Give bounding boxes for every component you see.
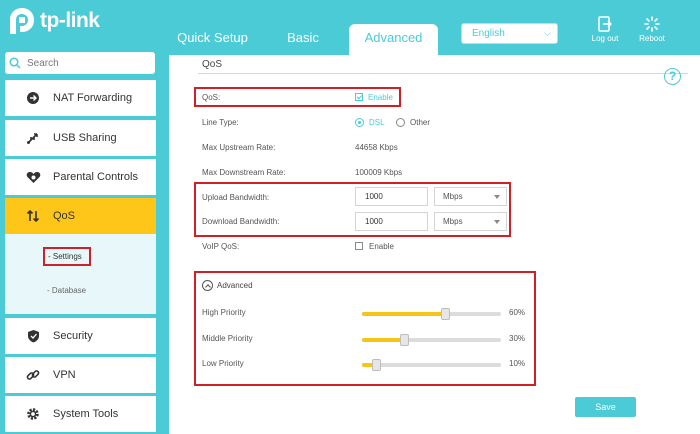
sidebar-item-qos[interactable]: QoS (5, 198, 156, 234)
gear-icon (23, 407, 43, 421)
caret-down-icon (494, 220, 500, 224)
tp-link-logo: tp-link (8, 6, 100, 36)
qos-enable-label: Enable (368, 93, 393, 102)
line-type-dsl-radio[interactable] (355, 118, 364, 127)
help-icon[interactable]: ? (664, 68, 681, 85)
low-priority-value: 10% (509, 359, 526, 368)
nat-forwarding-icon (23, 91, 43, 105)
upload-bandwidth-label: Upload Bandwidth: (202, 193, 270, 202)
voip-enable-checkbox[interactable] (355, 242, 363, 250)
low-priority-label: Low Priority (202, 359, 244, 368)
voip-qos-label: VoIP QoS: (202, 242, 240, 251)
line-type-label: Line Type: (202, 118, 239, 127)
high-priority-slider[interactable] (362, 308, 501, 320)
sidebar-item-security[interactable]: Security (5, 318, 156, 354)
save-button[interactable]: Save (575, 397, 636, 417)
link-icon (23, 368, 43, 382)
language-select[interactable]: English ⌵ (461, 23, 558, 44)
upload-bandwidth-input[interactable]: 1000 (355, 187, 428, 206)
middle-priority-value: 30% (509, 334, 526, 343)
search-input[interactable]: Search (5, 52, 155, 74)
sidebar-item-nat-forwarding[interactable]: NAT Forwarding (5, 80, 156, 116)
qos-enable-checkbox[interactable] (355, 93, 363, 101)
tab-basic[interactable]: Basic (278, 24, 328, 54)
logout-icon (598, 16, 612, 32)
slider-fill (362, 312, 445, 316)
download-bandwidth-label: Download Bandwidth: (202, 217, 280, 226)
sidebar-item-label: USB Sharing (53, 132, 117, 144)
advanced-label: Advanced (217, 281, 253, 290)
tp-link-logo-icon (10, 8, 34, 34)
sidebar-item-vpn[interactable]: VPN (5, 357, 156, 393)
tab-advanced[interactable]: Advanced (349, 24, 438, 56)
low-priority-slider[interactable] (362, 359, 501, 371)
line-type-other-radio[interactable] (396, 118, 405, 127)
sidebar-subitem-settings[interactable]: - Settings (43, 247, 91, 266)
divider (198, 73, 688, 74)
tab-quick-setup[interactable]: Quick Setup (170, 24, 255, 54)
heart-icon (23, 171, 43, 184)
qos-submenu (5, 234, 156, 314)
usb-icon (23, 131, 43, 145)
max-downstream-value: 100009 Kbps (355, 168, 403, 177)
sidebar-item-usb-sharing[interactable]: USB Sharing (5, 120, 156, 156)
advanced-toggle[interactable]: Advanced (202, 280, 253, 291)
download-unit-select[interactable]: Mbps (434, 212, 507, 231)
reboot-icon (644, 16, 660, 32)
reboot-label: Reboot (639, 34, 665, 43)
high-priority-label: High Priority (202, 308, 246, 317)
max-downstream-label: Max Downstream Rate: (202, 168, 286, 177)
shield-icon (23, 329, 43, 343)
download-unit-value: Mbps (443, 217, 463, 226)
upload-unit-select[interactable]: Mbps (434, 187, 507, 206)
chevron-up-icon (202, 280, 213, 291)
line-type-other-label: Other (410, 118, 431, 127)
middle-priority-label: Middle Priority (202, 334, 253, 343)
reboot-button[interactable]: Reboot (634, 16, 670, 43)
logout-label: Log out (591, 34, 619, 43)
page-title: QoS (202, 59, 223, 70)
line-type-dsl-label: DSL (369, 118, 385, 127)
slider-thumb[interactable] (372, 359, 381, 371)
sidebar-item-label: QoS (53, 210, 76, 222)
sidebar-item-label: Security (53, 330, 93, 342)
brand-name: tp-link (40, 9, 100, 32)
updown-arrows-icon (23, 209, 43, 223)
language-value: English (472, 28, 505, 39)
search-icon (9, 57, 21, 69)
middle-priority-slider[interactable] (362, 334, 501, 346)
slider-thumb[interactable] (400, 334, 409, 346)
voip-enable-label: Enable (369, 242, 394, 251)
sidebar-item-label: System Tools (53, 408, 119, 420)
search-placeholder: Search (27, 57, 59, 69)
chevron-down-icon: ⌵ (544, 28, 551, 38)
qos-label: QoS: (202, 93, 221, 102)
sidebar-subitem-database[interactable]: - Database (47, 286, 86, 295)
slider-fill (362, 338, 404, 342)
logout-button[interactable]: Log out (587, 16, 623, 43)
sidebar-item-parental-controls[interactable]: Parental Controls (5, 159, 156, 195)
max-upstream-label: Max Upstream Rate: (202, 143, 276, 152)
slider-thumb[interactable] (441, 308, 450, 320)
download-bandwidth-input[interactable]: 1000 (355, 212, 428, 231)
upload-unit-value: Mbps (443, 192, 463, 201)
sidebar-item-label: NAT Forwarding (53, 92, 133, 104)
sidebar-item-system-tools[interactable]: System Tools (5, 396, 156, 432)
high-priority-value: 60% (509, 308, 526, 317)
sidebar-item-label: VPN (53, 369, 76, 381)
max-upstream-value: 44658 Kbps (355, 143, 398, 152)
caret-down-icon (494, 195, 500, 199)
sidebar-item-label: Parental Controls (53, 171, 138, 183)
